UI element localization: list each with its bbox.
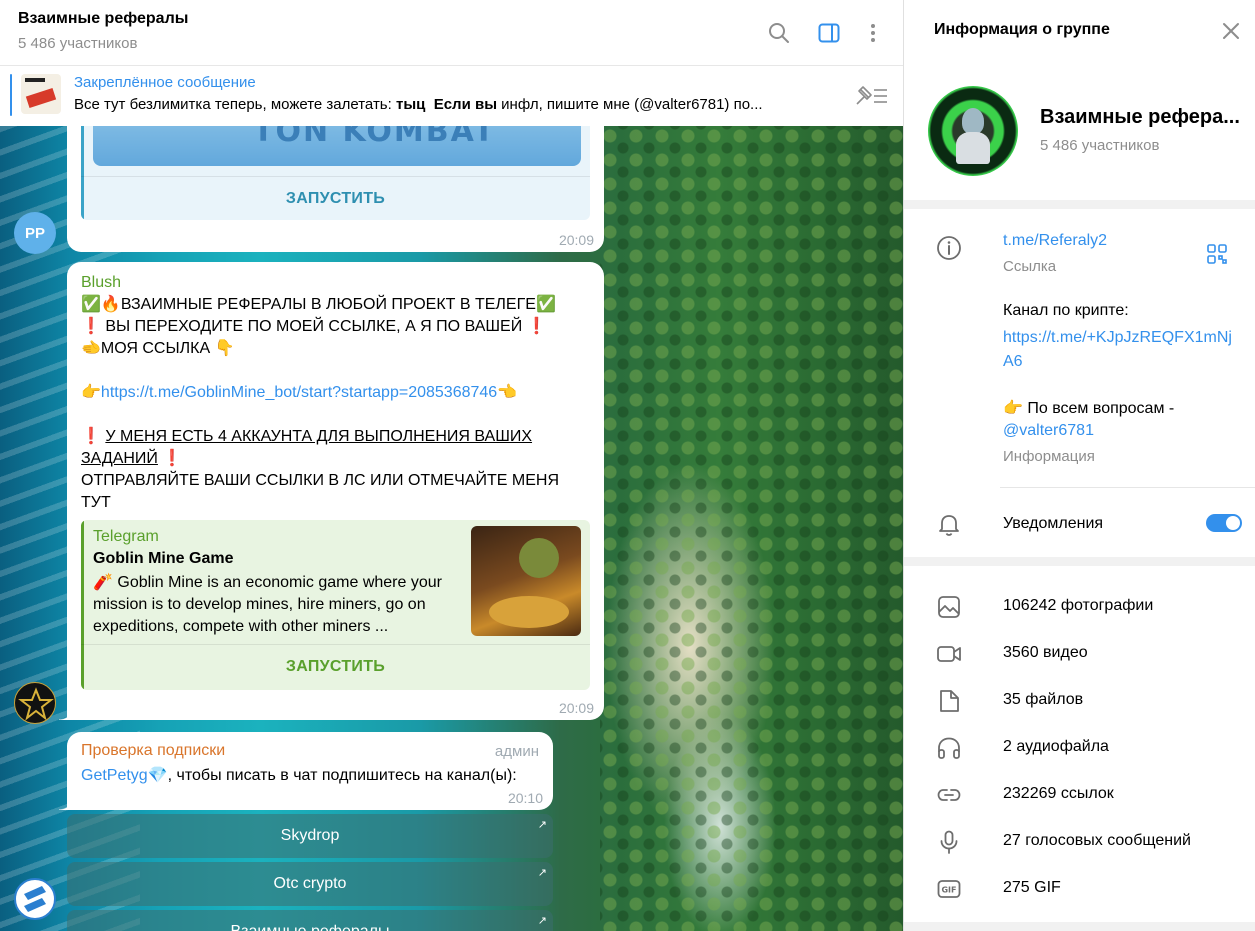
group-avatar[interactable] [928, 86, 1018, 176]
pinned-thumbnail [21, 74, 61, 114]
message-line: 👉https://t.me/GoblinMine_bot/start?start… [81, 384, 518, 401]
group-members-count: 5 486 участников [1040, 137, 1160, 154]
message-link[interactable]: https://t.me/GoblinMine_bot/start?starta… [101, 384, 497, 401]
s-logo-icon [24, 886, 46, 912]
preview-site: Telegram [93, 528, 159, 545]
message-time: 20:10 [507, 790, 543, 806]
file-icon [936, 688, 962, 714]
group-info-panel: Информация о группе Взаимные рефера... 5… [903, 0, 1255, 931]
media-links-label: 232269 ссылок [1003, 785, 1114, 802]
media-videos[interactable]: 3560 видео [904, 630, 1255, 677]
media-files-label: 35 файлов [1003, 691, 1084, 708]
pinned-title: Закреплённое сообщение [74, 74, 256, 91]
pinned-list-icon[interactable] [854, 84, 888, 108]
pinned-message[interactable]: Закреплённое сообщение Все тут безлимитк… [0, 66, 903, 126]
gif-icon: GIF [936, 876, 962, 902]
message-line: ОТПРАВЛЯЙТЕ ВАШИ ССЫЛКИ В ЛС ИЛИ ОТМЕЧАЙ… [81, 472, 560, 511]
inline-button-referals[interactable]: Взаимные рефералы↗ [67, 910, 553, 931]
inline-button-otc-crypto[interactable]: Otc crypto ↗ [67, 862, 553, 906]
media-videos-label: 3560 видео [1003, 644, 1088, 661]
description-line: Канал по крипте: [1003, 302, 1129, 319]
media-files[interactable]: 35 файлов [904, 677, 1255, 724]
message-sender[interactable]: Blush [81, 272, 591, 294]
group-header-card: Информация о группе Взаимные рефера... 5… [904, 0, 1255, 200]
avatar[interactable] [14, 878, 56, 920]
bell-icon [936, 511, 962, 537]
group-link[interactable]: t.me/Referaly2 [1003, 232, 1107, 250]
description-mention[interactable]: @valter6781 [1003, 422, 1094, 440]
headphones-icon [936, 735, 962, 761]
message-time: 20:09 [558, 232, 594, 248]
group-info-card: t.me/Referaly2 Ссылка Канал по крипте: h… [904, 209, 1255, 557]
launch-button[interactable]: ЗАПУСТИТЬ [81, 176, 590, 220]
divider [1000, 487, 1255, 488]
external-link-icon: ↗ [537, 867, 547, 879]
description-link[interactable]: https://t.me/+KJpJzREQFX1mNjA6 [1003, 326, 1235, 374]
message-blush: Blush ✅🔥ВЗАИМНЫЕ РЕФЕРАЛЫ В ЛЮБОЙ ПРОЕКТ… [59, 262, 604, 720]
media-audio[interactable]: 2 аудиофайла [904, 724, 1255, 771]
message-text: GetPetyg💎, чтобы писать в чат подпишитес… [81, 767, 517, 784]
panel-title: Информация о группе [934, 21, 1110, 38]
external-link-icon: ↗ [537, 819, 547, 831]
avatar[interactable]: PP [14, 212, 56, 254]
message-line: ❗ У МЕНЯ ЕСТЬ 4 АККАУНТА ДЛЯ ВЫПОЛНЕНИЯ … [81, 428, 533, 467]
external-link-icon: ↗ [537, 915, 547, 927]
microphone-icon [936, 829, 962, 855]
video-icon [936, 641, 962, 667]
chat-background-forest [600, 126, 903, 931]
preview-title: Goblin Mine Game [93, 550, 234, 567]
message-text: Blush ✅🔥ВЗАИМНЫЕ РЕФЕРАЛЫ В ЛЮБОЙ ПРОЕКТ… [81, 272, 591, 514]
media-voice-label: 27 голосовых сообщений [1003, 832, 1191, 849]
avatar[interactable] [14, 682, 56, 724]
preview-description: 🧨 Goblin Mine is an economic game where … [93, 574, 442, 635]
media-card: 106242 фотографии 3560 видео 35 файлов 2… [904, 566, 1255, 922]
mention-link[interactable]: GetPetyg💎 [81, 767, 168, 784]
star-icon [18, 687, 54, 721]
group-link-caption: Ссылка [1003, 258, 1057, 275]
link-preview[interactable]: Telegram Goblin Mine Game 🧨 Goblin Mine … [81, 520, 590, 690]
launch-button[interactable]: ЗАПУСТИТЬ [81, 644, 590, 688]
info-icon [936, 235, 962, 261]
media-links[interactable]: 232269 ссылок [904, 771, 1255, 818]
chat-header: Взаимные рефералы 5 486 участников [0, 0, 903, 66]
message-sender[interactable]: Проверка подписки [81, 742, 225, 760]
svg-text:GIF: GIF [941, 886, 956, 895]
message-line: ❗ ВЫ ПЕРЕХОДИТЕ ПО МОЕЙ ССЫЛКЕ, А Я ПО В… [81, 318, 547, 335]
qr-code-icon[interactable] [1206, 243, 1228, 265]
admin-badge: админ [494, 743, 539, 760]
chat-title[interactable]: Взаимные рефералы [18, 10, 188, 28]
description-line: 👉 По всем вопросам - [1003, 400, 1175, 417]
chat-members-count: 5 486 участников [18, 35, 138, 52]
inline-button-skydrop[interactable]: Skydrop ↗ [67, 814, 553, 858]
avatar-initials: PP [24, 224, 45, 242]
pinned-text: Все тут безлимитка теперь, можете залета… [74, 96, 763, 113]
pinned-indicator [10, 74, 12, 116]
media-gif-label: 275 GIF [1003, 879, 1061, 896]
description-caption: Информация [1003, 448, 1095, 465]
message-line: ✅🔥ВЗАИМНЫЕ РЕФЕРАЛЫ В ЛЮБОЙ ПРОЕКТ В ТЕЛ… [81, 296, 556, 313]
message-subscription-check: Проверка подписки админ GetPetyg💎, чтобы… [59, 732, 553, 810]
notifications-toggle[interactable] [1206, 514, 1242, 532]
sidebar-toggle-icon[interactable] [816, 20, 842, 46]
media-voice[interactable]: 27 голосовых сообщений [904, 818, 1255, 865]
link-icon [936, 782, 962, 808]
notifications-label: Уведомления [1003, 515, 1104, 532]
more-menu-icon[interactable] [860, 20, 886, 46]
message-line: 🫲МОЯ ССЫЛКА 👇 [81, 340, 235, 357]
media-photos[interactable]: 106242 фотографии [904, 583, 1255, 630]
photo-icon [936, 594, 962, 620]
group-name: Взаимные рефера... [1040, 106, 1240, 128]
preview-image [471, 526, 581, 636]
search-icon[interactable] [766, 20, 792, 46]
chat-area: TON KOMBAT ЗАПУСТИТЬ 20:09 PP Blush ✅🔥ВЗ… [0, 0, 903, 931]
media-gif[interactable]: GIF 275 GIF [904, 865, 1255, 912]
message-time: 20:09 [558, 700, 594, 716]
media-audio-label: 2 аудиофайла [1003, 738, 1109, 755]
close-icon[interactable] [1220, 20, 1242, 42]
media-photos-label: 106242 фотографии [1003, 597, 1154, 614]
